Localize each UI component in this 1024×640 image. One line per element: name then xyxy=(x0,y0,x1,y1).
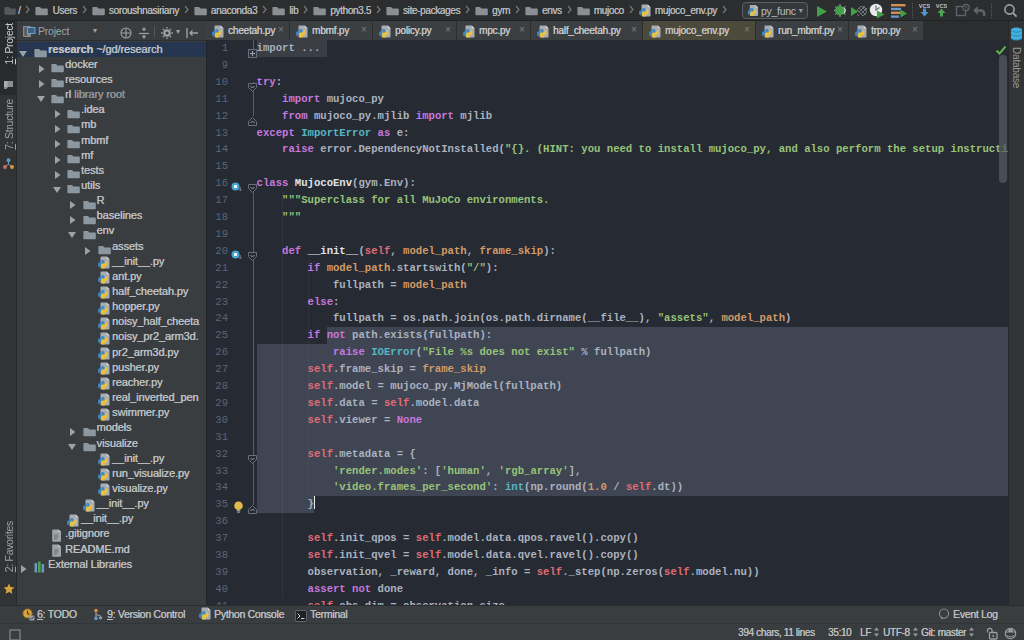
svg-text:VCS: VCS xyxy=(936,3,947,9)
svg-text:VCS: VCS xyxy=(919,3,930,9)
